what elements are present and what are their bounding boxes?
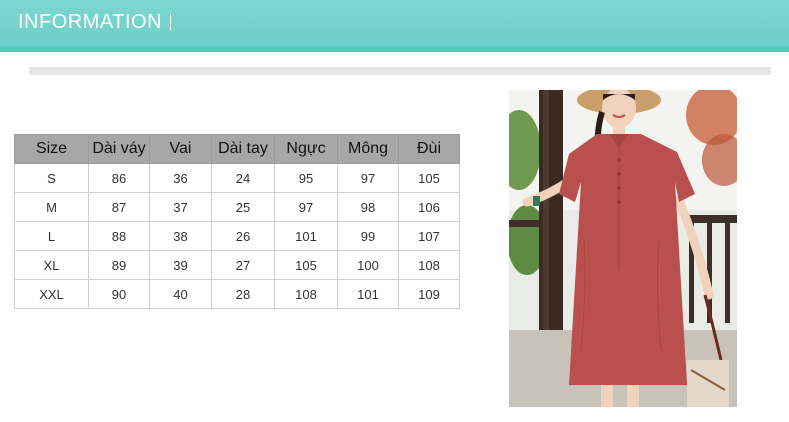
header-title: INFORMATION: [18, 11, 163, 33]
table-cell: 89: [88, 250, 150, 280]
column-header: Dài tay: [211, 134, 275, 164]
table-cell: 36: [149, 163, 212, 193]
table-cell: 39: [149, 250, 212, 280]
table-cell: 27: [211, 250, 275, 280]
section-divider: [29, 67, 771, 75]
table-cell: 86: [88, 163, 150, 193]
table-cell: 108: [398, 250, 460, 280]
table-cell: 97: [337, 163, 399, 193]
table-cell: 99: [337, 221, 399, 251]
column-header: Đùi: [398, 134, 460, 164]
table-row: XL 89 39 27 105 100 108: [14, 250, 460, 280]
column-header: Ngực: [274, 134, 338, 164]
table-cell: 107: [398, 221, 460, 251]
table-cell: 88: [88, 221, 150, 251]
table-cell: M: [14, 192, 89, 222]
table-cell: 40: [149, 279, 212, 309]
table-row: XXL 90 40 28 108 101 109: [14, 279, 460, 309]
table-cell: 105: [274, 250, 338, 280]
table-cell: 109: [398, 279, 460, 309]
table-row: L 88 38 26 101 99 107: [14, 221, 460, 251]
dress-model-illustration: [509, 90, 737, 407]
column-header: Size: [14, 134, 89, 164]
header-shade: [0, 46, 789, 50]
table-cell: 101: [274, 221, 338, 251]
page-header: INFORMATION: [0, 0, 789, 52]
table-cell: S: [14, 163, 89, 193]
product-photo: [509, 90, 737, 407]
table-cell: 28: [211, 279, 275, 309]
table-cell: 90: [88, 279, 150, 309]
table-cell: 106: [398, 192, 460, 222]
table-cell: XXL: [14, 279, 89, 309]
table-cell: 98: [337, 192, 399, 222]
table-cell: L: [14, 221, 89, 251]
column-header: Dài váy: [88, 134, 150, 164]
table-cell: 108: [274, 279, 338, 309]
table-cell: 100: [337, 250, 399, 280]
table-cell: XL: [14, 250, 89, 280]
table-cell: 37: [149, 192, 212, 222]
table-cell: 95: [274, 163, 338, 193]
table-row: S 86 36 24 95 97 105: [14, 163, 460, 193]
header-separator: [170, 14, 171, 30]
table-cell: 101: [337, 279, 399, 309]
table-row: M 87 37 25 97 98 106: [14, 192, 460, 222]
column-header: Vai: [149, 134, 212, 164]
table-header-row: Size Dài váy Vai Dài tay Ngực Mông Đùi: [14, 134, 460, 164]
table-cell: 38: [149, 221, 212, 251]
table-cell: 26: [211, 221, 275, 251]
table-cell: 87: [88, 192, 150, 222]
column-header: Mông: [337, 134, 399, 164]
size-chart-table: Size Dài váy Vai Dài tay Ngực Mông Đùi S…: [14, 134, 460, 309]
table-cell: 97: [274, 192, 338, 222]
table-cell: 105: [398, 163, 460, 193]
table-cell: 24: [211, 163, 275, 193]
table-cell: 25: [211, 192, 275, 222]
